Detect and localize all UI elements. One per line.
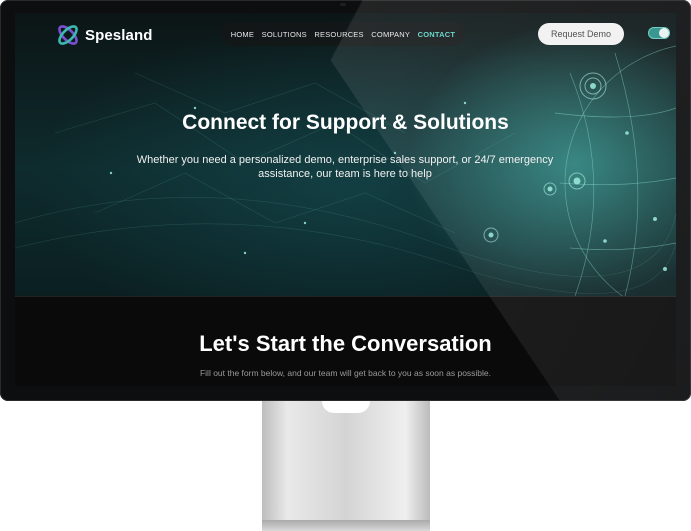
theme-toggle[interactable]	[648, 27, 670, 39]
navbar: Spesland HOME SOLUTIONS RESOURCES COMPAN…	[15, 13, 676, 55]
logo[interactable]: Spesland	[55, 22, 153, 48]
request-demo-button[interactable]: Request Demo	[538, 23, 624, 45]
hero-subtitle-line1: Whether you need a personalized demo, en…	[136, 154, 554, 166]
toggle-switch-icon	[659, 28, 669, 38]
hero-section: Spesland HOME SOLUTIONS RESOURCES COMPAN…	[15, 13, 676, 296]
nav-item-resources[interactable]: RESOURCES	[314, 30, 363, 39]
main-nav: HOME SOLUTIONS RESOURCES COMPANY CONTACT	[221, 22, 465, 46]
nav-item-solutions[interactable]: SOLUTIONS	[262, 30, 307, 39]
monitor-stand-foot	[262, 520, 430, 531]
nav-item-contact[interactable]: CONTACT	[418, 30, 456, 39]
nav-item-company[interactable]: COMPANY	[371, 30, 410, 39]
screen: Spesland HOME SOLUTIONS RESOURCES COMPAN…	[15, 13, 676, 386]
spesland-logo-icon	[58, 25, 78, 45]
hero-subtitle-line2: assistance, our team is here to help	[258, 168, 432, 180]
section-subtitle: Fill out the form below, and our team wi…	[199, 368, 492, 378]
conversation-section: Let's Start the Conversation Fill out th…	[15, 296, 676, 386]
monitor-stand	[262, 401, 430, 531]
stand-cable-hole	[322, 401, 370, 413]
brand-name: Spesland	[85, 26, 153, 44]
section-title: Let's Start the Conversation	[199, 331, 492, 356]
monitor-frame: Spesland HOME SOLUTIONS RESOURCES COMPAN…	[0, 0, 691, 401]
hero-title: Connect for Support & Solutions	[182, 111, 509, 134]
hero-subtitle: Whether you need a personalized demo, en…	[110, 153, 580, 181]
nav-item-home[interactable]: HOME	[231, 30, 254, 39]
camera-icon	[340, 3, 346, 6]
